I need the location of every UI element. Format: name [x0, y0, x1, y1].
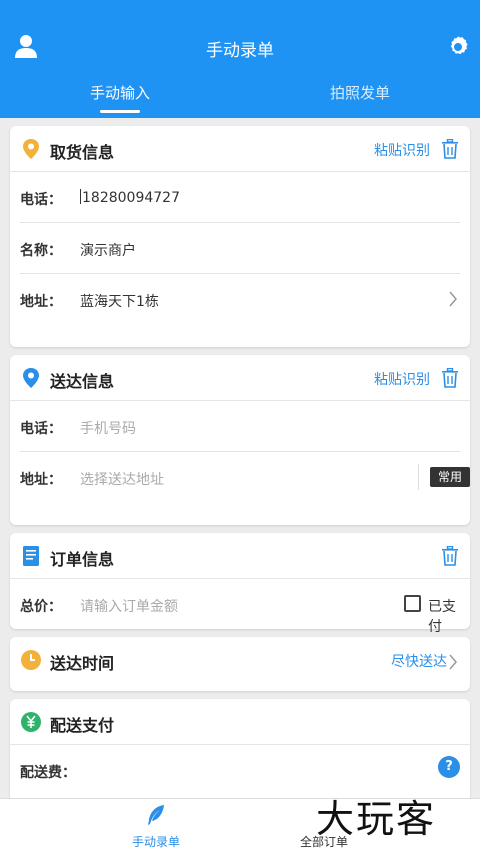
order-info-card: 订单信息 总价： 请输入订单金额 已支付 — [10, 533, 470, 635]
trash-icon[interactable] — [441, 368, 459, 388]
delivery-title: 送达信息 — [50, 372, 115, 391]
tab-photo-order[interactable]: 拍照发单 — [240, 82, 480, 103]
delivery-card-header: 送达信息 粘贴识别 — [10, 355, 470, 401]
location-pin-icon — [23, 139, 39, 159]
chevron-right-icon — [449, 654, 457, 670]
trash-icon[interactable] — [441, 139, 459, 159]
order-total-input[interactable]: 请输入订单金额 — [80, 596, 178, 616]
document-icon — [23, 546, 39, 566]
pickup-phone-row: 电话： 18280094727 — [20, 172, 460, 223]
gear-icon[interactable] — [446, 35, 470, 59]
payment-title: 配送支付 — [50, 716, 115, 735]
delivery-address-row: 地址： 选择送达地址 常用 — [20, 452, 470, 503]
pickup-name-label: 名称： — [20, 243, 62, 259]
trash-icon[interactable] — [441, 546, 459, 566]
delivery-fee-label: 配送费： — [20, 765, 76, 781]
order-total-label: 总价： — [20, 599, 62, 615]
delivery-phone-input[interactable]: 手机号码 — [80, 418, 136, 438]
yuan-icon — [21, 712, 41, 732]
pickup-phone-label: 电话： — [20, 192, 62, 208]
delivery-phone-row: 电话： 手机号码 — [20, 401, 460, 452]
pickup-address-value: 蓝海天下1栋 — [80, 294, 159, 310]
help-icon[interactable]: ? — [438, 756, 460, 778]
payment-card-header: 配送支付 — [10, 699, 470, 745]
delivery-time-value: 尽快送达 — [391, 654, 447, 670]
text-cursor — [80, 189, 81, 204]
page-title: 手动录单 — [206, 41, 274, 61]
pickup-address-label: 地址： — [20, 294, 62, 310]
paid-label: 已支付 — [428, 599, 456, 635]
pickup-info-card: 取货信息 粘贴识别 电话： 18280094727 名称： 演示商户 地址： 蓝… — [10, 126, 470, 347]
pickup-paste-recognize-button[interactable]: 粘贴识别 — [374, 140, 430, 160]
delivery-paste-recognize-button[interactable]: 粘贴识别 — [374, 369, 430, 389]
delivery-time-card[interactable]: 送达时间 尽快送达 — [10, 637, 470, 691]
order-card-header: 订单信息 — [10, 533, 470, 579]
pickup-phone-input[interactable]: 18280094727 — [80, 189, 180, 206]
pickup-card-header: 取货信息 粘贴识别 — [10, 126, 470, 172]
pickup-phone-value: 18280094727 — [82, 190, 180, 206]
divider — [418, 464, 419, 490]
pickup-title: 取货信息 — [50, 143, 115, 162]
nav-manual-order[interactable]: 手动录单 — [86, 799, 226, 853]
feather-icon — [148, 805, 164, 825]
delivery-time-header: 送达时间 尽快送达 — [10, 637, 470, 683]
order-total-row: 总价： 请输入订单金额 已支付 — [20, 579, 460, 635]
nav-manual-order-label: 手动录单 — [131, 835, 180, 849]
common-address-button[interactable]: 常用 — [430, 467, 470, 487]
paid-checkbox[interactable] — [404, 595, 421, 612]
tab-manual-input[interactable]: 手动输入 — [0, 82, 240, 103]
pickup-name-row: 名称： 演示商户 — [20, 223, 460, 274]
delivery-time-title: 送达时间 — [50, 654, 115, 673]
order-title: 订单信息 — [50, 550, 115, 569]
chevron-right-icon — [449, 291, 457, 307]
pickup-name-input[interactable]: 演示商户 — [80, 240, 136, 260]
clock-icon — [21, 650, 41, 670]
pickup-address-row[interactable]: 地址： 蓝海天下1栋 — [20, 274, 460, 325]
active-tab-indicator — [100, 110, 140, 113]
location-pin-icon — [23, 368, 39, 388]
delivery-address-label: 地址： — [20, 472, 62, 488]
watermark-logo: 大玩客 — [316, 797, 437, 841]
delivery-info-card: 送达信息 粘贴识别 电话： 手机号码 地址： 选择送达地址 常用 — [10, 355, 470, 525]
delivery-address-input[interactable]: 选择送达地址 — [80, 469, 164, 489]
app-header: 手动录单 手动输入 拍照发单 — [0, 0, 480, 118]
delivery-phone-label: 电话： — [20, 421, 62, 437]
